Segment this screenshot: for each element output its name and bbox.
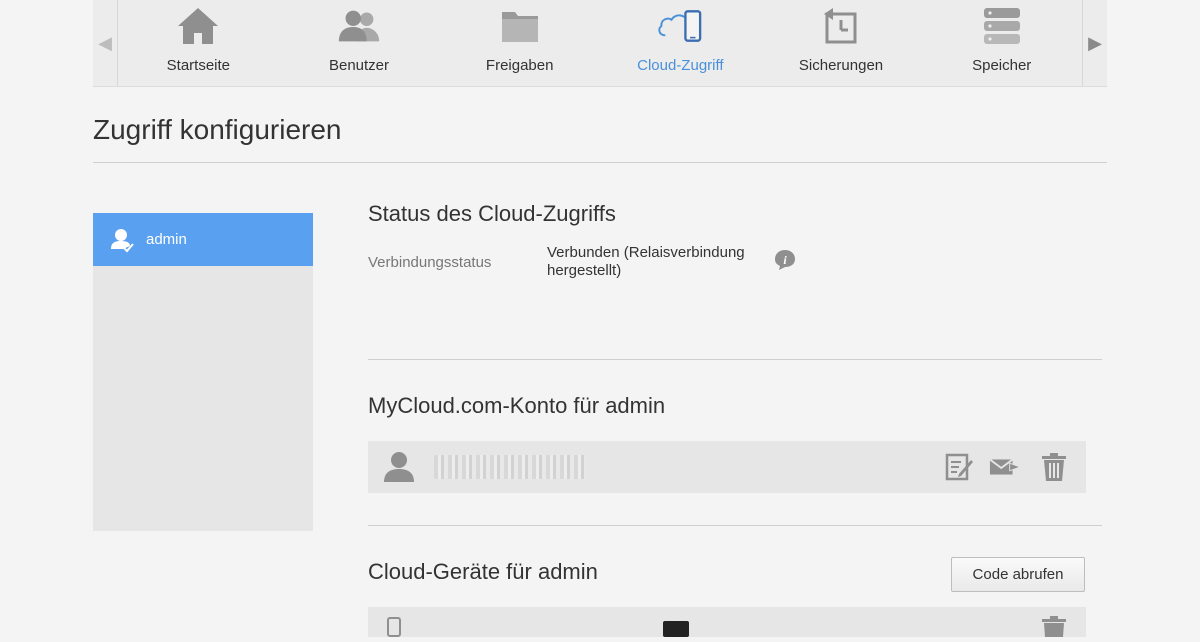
nav-label: Cloud-Zugriff <box>637 57 724 74</box>
cloud-device-icon <box>656 4 704 48</box>
mail-forward-icon[interactable] <box>989 452 1021 482</box>
top-navigation: ◀ Startseite Benutzer Freigaben Cloud-Zu… <box>93 0 1107 87</box>
page-title: Zugriff konfigurieren <box>93 114 342 145</box>
device-row <box>368 607 1086 637</box>
users-icon <box>335 4 383 48</box>
user-list-sidebar: admin <box>93 213 313 531</box>
nav-prev-arrow[interactable]: ◀ <box>93 0 118 86</box>
account-row <box>368 441 1086 493</box>
nav-label: Speicher <box>972 57 1032 74</box>
nav-label: Startseite <box>166 57 231 74</box>
info-icon[interactable]: i <box>773 249 797 271</box>
nav-item-cloud-zugriff[interactable]: Cloud-Zugriff <box>600 0 761 86</box>
nav-next-arrow[interactable]: ▶ <box>1082 0 1107 86</box>
nav-label: Sicherungen <box>798 57 884 74</box>
edit-icon[interactable] <box>943 452 975 482</box>
section-divider <box>368 359 1102 360</box>
trash-icon[interactable] <box>1038 452 1070 482</box>
trash-icon[interactable] <box>1040 615 1068 642</box>
account-email-redacted <box>434 455 586 479</box>
section-divider <box>368 525 1102 526</box>
devices-section-title: Cloud-Geräte für admin <box>368 559 598 584</box>
account-user-icon <box>382 451 416 488</box>
device-badge-icon <box>663 621 689 637</box>
get-code-button[interactable]: Code abrufen <box>951 557 1085 592</box>
folder-icon <box>496 4 544 48</box>
nav-item-freigaben[interactable]: Freigaben <box>439 0 600 86</box>
storage-icon <box>978 4 1026 48</box>
sidebar-item-label: admin <box>146 231 187 248</box>
connection-status-value: Verbunden (Relaisverbindung hergestellt) <box>547 244 745 280</box>
status-section-title: Status des Cloud-Zugriffs <box>368 201 616 226</box>
connection-status-line2: hergestellt) <box>547 262 622 279</box>
nav-label: Freigaben <box>485 57 554 74</box>
nav-item-speicher[interactable]: Speicher <box>921 0 1082 86</box>
device-phone-icon <box>386 617 402 642</box>
nav-item-startseite[interactable]: Startseite <box>118 0 279 86</box>
home-icon <box>174 4 222 48</box>
nav-item-sicherungen[interactable]: Sicherungen <box>761 0 922 86</box>
nav-label: Benutzer <box>328 57 390 74</box>
nav-item-benutzer[interactable]: Benutzer <box>279 0 440 86</box>
backup-icon <box>817 4 865 48</box>
connection-status-line1: Verbunden (Relaisverbindung <box>547 244 745 261</box>
sidebar-item-admin[interactable]: admin <box>93 213 313 266</box>
connection-status-label: Verbindungsstatus <box>368 254 492 271</box>
account-section-title: MyCloud.com-Konto für admin <box>368 393 666 418</box>
admin-user-icon <box>109 227 135 253</box>
title-divider <box>93 162 1107 163</box>
